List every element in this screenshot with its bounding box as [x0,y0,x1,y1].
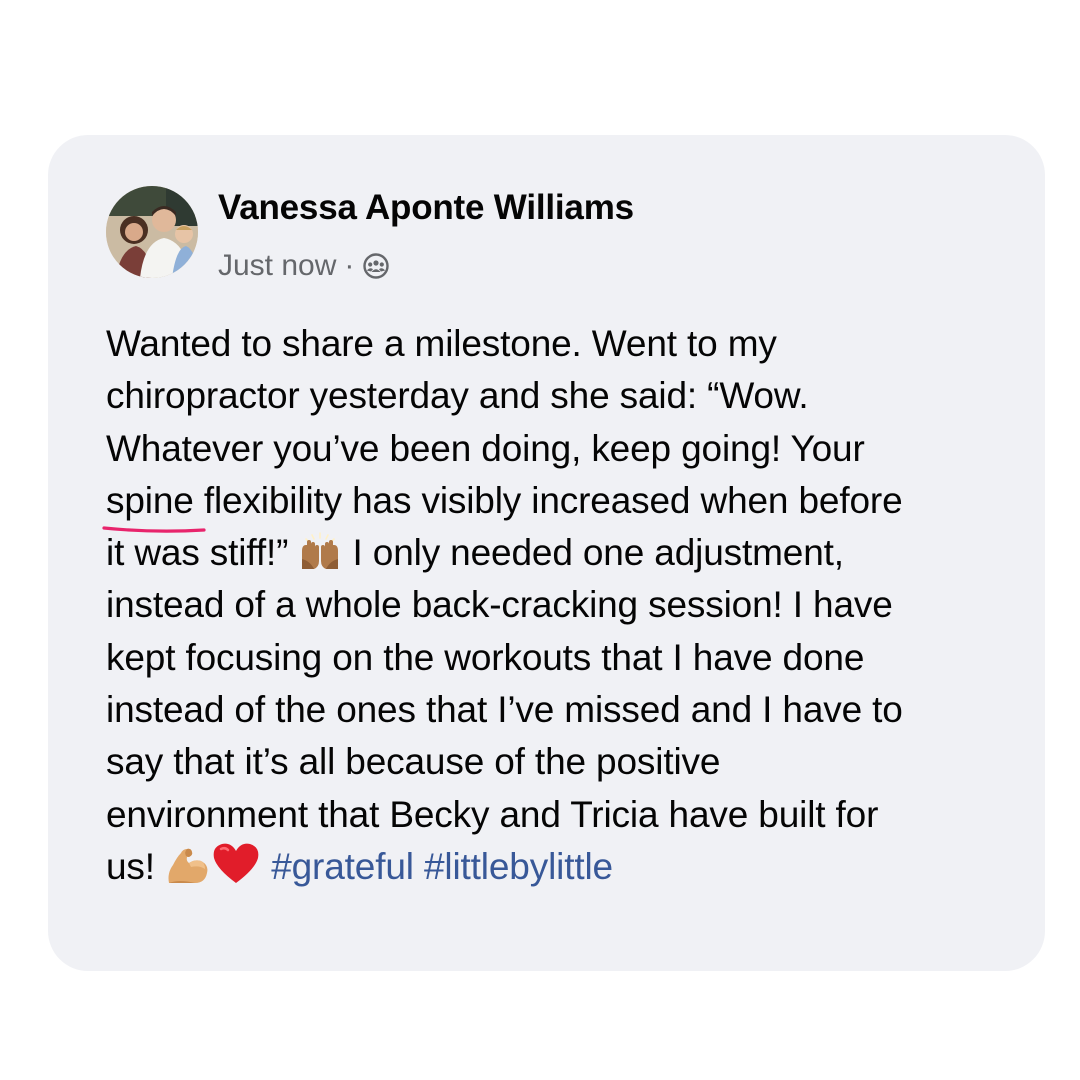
post-text-line: Whatever you’ve been doing, keep going! … [106,427,865,469]
page: Vanessa Aponte Williams Just now · Wante… [0,0,1080,1080]
post-text-line: instead of a whole back-cracking session… [106,584,893,626]
post-meta: Just now · [218,246,390,286]
avatar-photo [106,186,198,278]
post-text-line: kept focusing on the workouts that I hav… [106,636,865,678]
post-text-line: say that it’s all because of the positiv… [106,741,721,783]
hashtag-link[interactable]: #grateful [271,846,414,887]
post-body: Wanted to share a milestone. Went to my … [106,318,1036,893]
post-text-line: Wanted to share a milestone. Went to my [106,323,777,364]
post-text-fragment: when before [690,479,903,521]
post-text-line: chiropractor yesterday and she said: “Wo… [106,375,809,417]
avatar[interactable] [106,186,198,278]
highlighted-phrase: spine flexibility has visibly increased [106,475,691,527]
post-text-line: environment that Becky and Tricia have b… [106,793,879,835]
flexed-biceps-emoji [168,848,208,883]
post-text-line: us! #grateful #littlebylittle [106,841,1036,893]
post-text-fragment: it was stiff!” [106,532,289,574]
post-text-fragment: us! [106,845,155,887]
group-icon[interactable] [362,252,390,280]
hashtag-link[interactable]: #littlebylittle [424,846,613,887]
post-text-line: instead of the ones that I’ve missed and… [106,689,903,731]
meta-separator: · [344,249,355,282]
highlighted-text: spine flexibility has visibly increased [106,479,691,521]
raised-hands-emoji [302,532,339,570]
post-text-line: it was stiff!” I only needed one adjustm… [106,527,1036,579]
post-text-line: spine flexibility has visibly increased … [106,475,1036,527]
highlight-underline [104,523,204,537]
red-heart-emoji [213,843,259,883]
author-name[interactable]: Vanessa Aponte Williams [218,188,634,228]
timestamp[interactable]: Just now [218,249,336,283]
post-text-fragment: I only needed one adjustment, [342,532,845,574]
